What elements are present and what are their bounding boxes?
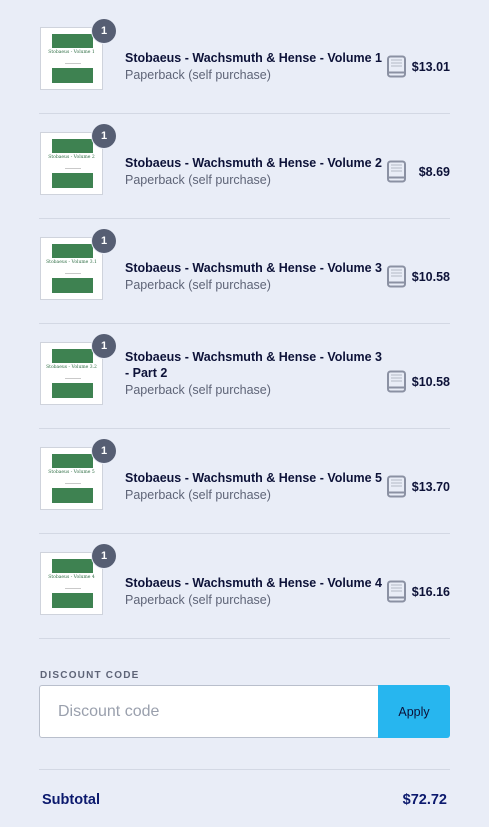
book-icon xyxy=(387,55,406,78)
cover-title-text: Stobaeus - Volume 3.2 xyxy=(46,365,97,370)
subtotal-label: Subtotal xyxy=(42,792,100,808)
cover-title-text: Stobaeus - Volume 5 xyxy=(48,470,95,475)
item-title: Stobaeus - Wachsmuth & Hense - Volume 4 xyxy=(125,576,382,590)
item-title: Stobaeus - Wachsmuth & Hense - Volume 3 xyxy=(125,261,382,275)
quantity-badge: 1 xyxy=(92,544,116,568)
cart-item: Stobaeus - Volume 3.1 1 Stobaeus - Wachs… xyxy=(39,218,450,324)
item-price: $10.58 xyxy=(411,270,450,284)
quantity-badge: 1 xyxy=(92,229,116,253)
book-icon xyxy=(387,475,406,498)
item-format: Paperback (self purchase) xyxy=(125,68,271,82)
apply-discount-button[interactable]: Apply xyxy=(378,685,450,738)
item-format: Paperback (self purchase) xyxy=(125,278,271,292)
quantity-badge: 1 xyxy=(92,439,116,463)
item-price: $10.58 xyxy=(411,375,450,389)
discount-code-label: DISCOUNT CODE xyxy=(40,670,140,681)
item-format: Paperback (self purchase) xyxy=(125,173,271,187)
subtotal-value: $72.72 xyxy=(402,792,447,808)
cover-title-text: Stobaeus - Volume 3.1 xyxy=(46,260,97,265)
discount-code-input[interactable] xyxy=(39,685,379,738)
item-title: Stobaeus - Wachsmuth & Hense - Volume 3 … xyxy=(125,350,382,380)
cart-item: Stobaeus - Volume 3.2 1 Stobaeus - Wachs… xyxy=(39,323,450,429)
summary-divider xyxy=(39,769,450,770)
cart-item: Stobaeus - Volume 2 1 Stobaeus - Wachsmu… xyxy=(39,113,450,219)
quantity-badge: 1 xyxy=(92,334,116,358)
item-price: $13.70 xyxy=(411,480,450,494)
book-icon xyxy=(387,370,406,393)
item-price: $16.16 xyxy=(411,585,450,599)
item-price: $8.69 xyxy=(418,165,450,179)
item-format: Paperback (self purchase) xyxy=(125,383,271,397)
book-icon xyxy=(387,160,406,183)
book-icon xyxy=(387,265,406,288)
cart-item: Stobaeus - Volume 1 1 Stobaeus - Wachsmu… xyxy=(39,8,450,114)
book-icon xyxy=(387,580,406,603)
cart-item: Stobaeus - Volume 4 1 Stobaeus - Wachsmu… xyxy=(39,533,450,639)
quantity-badge: 1 xyxy=(92,19,116,43)
cover-title-text: Stobaeus - Volume 2 xyxy=(48,155,95,160)
item-title: Stobaeus - Wachsmuth & Hense - Volume 5 xyxy=(125,471,382,485)
item-format: Paperback (self purchase) xyxy=(125,593,271,607)
cover-title-text: Stobaeus - Volume 1 xyxy=(48,50,95,55)
item-price: $13.01 xyxy=(411,60,450,74)
cart-item: Stobaeus - Volume 5 1 Stobaeus - Wachsmu… xyxy=(39,428,450,534)
quantity-badge: 1 xyxy=(92,124,116,148)
item-title: Stobaeus - Wachsmuth & Hense - Volume 2 xyxy=(125,156,382,170)
item-title: Stobaeus - Wachsmuth & Hense - Volume 1 xyxy=(125,51,382,65)
item-format: Paperback (self purchase) xyxy=(125,488,271,502)
cover-title-text: Stobaeus - Volume 4 xyxy=(48,575,95,580)
